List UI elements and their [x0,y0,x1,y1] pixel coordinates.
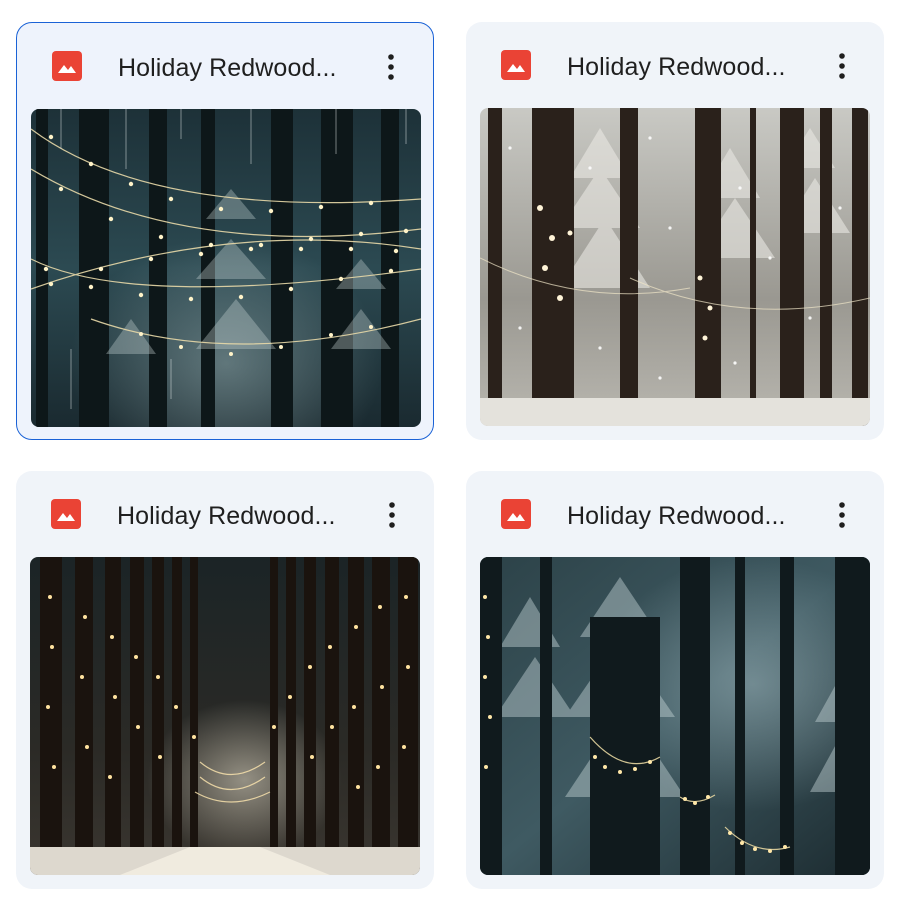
more-options-button[interactable] [822,46,862,86]
file-title[interactable]: Holiday Redwood... [117,500,357,532]
file-thumbnail[interactable] [31,109,421,427]
file-title[interactable]: Holiday Redwood... [567,500,807,532]
file-title[interactable]: Holiday Redwood... [567,51,807,83]
file-card-header: Holiday Redwood... [16,471,434,557]
image-file-icon [501,499,531,529]
more-vert-icon [388,54,394,80]
file-card[interactable]: Holiday Redwood... [16,471,434,889]
file-card[interactable]: Holiday Redwood... [16,22,434,440]
file-thumbnail[interactable] [30,557,420,875]
more-vert-icon [389,502,395,528]
file-thumbnail[interactable] [480,557,870,875]
file-thumbnail[interactable] [480,108,870,426]
file-card[interactable]: Holiday Redwood... [466,22,884,440]
more-vert-icon [839,502,845,528]
more-vert-icon [839,53,845,79]
image-file-icon [52,51,82,81]
more-options-button[interactable] [371,47,411,87]
file-card-header: Holiday Redwood... [466,471,884,557]
file-title[interactable]: Holiday Redwood... [118,52,358,84]
more-options-button[interactable] [372,495,412,535]
file-card-header: Holiday Redwood... [17,23,433,109]
image-file-icon [501,50,531,80]
file-card[interactable]: Holiday Redwood... [466,471,884,889]
image-file-icon [51,499,81,529]
file-card-header: Holiday Redwood... [466,22,884,108]
more-options-button[interactable] [822,495,862,535]
